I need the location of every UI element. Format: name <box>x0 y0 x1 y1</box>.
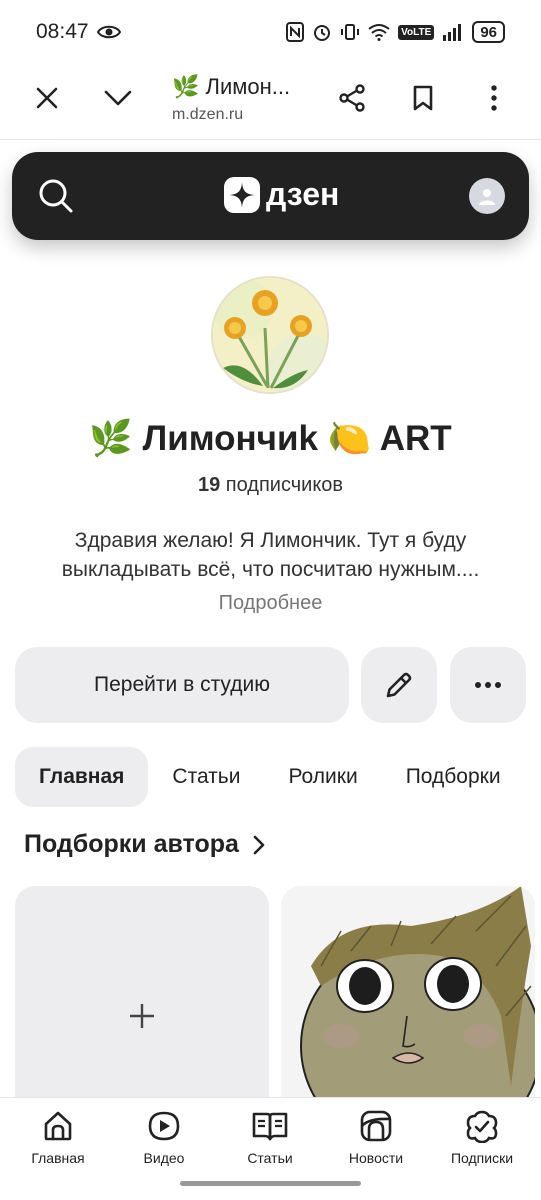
nav-label-subscriptions: Подписки <box>450 1150 514 1166</box>
nav-label-news: Новости <box>348 1150 404 1166</box>
chevron-right-icon <box>253 835 265 854</box>
dzen-logo[interactable]: дзен <box>224 176 339 213</box>
status-icons: VoLTE 96 <box>286 21 505 43</box>
user-icon <box>479 189 495 205</box>
status-time-group: 08:47 <box>36 20 121 44</box>
tab-videos[interactable]: Ролики <box>264 747 381 807</box>
status-bar: 08:47 VoLTE 96 <box>0 0 541 64</box>
chevron-down-icon <box>104 90 132 106</box>
nav-label-home: Главная <box>31 1150 85 1166</box>
wifi-icon <box>368 23 390 41</box>
vibrate-icon <box>340 22 360 42</box>
dzen-logo-icon <box>224 176 260 213</box>
bottom-navigation: Главная Видео Статьи Новости Подписки <box>0 1097 541 1200</box>
nav-label-video: Видео <box>143 1150 185 1166</box>
channel-description: Здравия желаю! Я Лимончик. Тут я буду вы… <box>61 529 480 581</box>
collapse-button[interactable] <box>98 78 138 118</box>
close-icon <box>36 87 58 109</box>
more-link[interactable]: Подробнее <box>0 592 541 615</box>
video-icon <box>148 1111 180 1141</box>
subscriptions-icon <box>466 1110 498 1143</box>
nav-item-news[interactable]: Новости <box>326 1106 426 1166</box>
plus-icon <box>130 1004 154 1028</box>
dzen-header: дзен <box>12 152 529 240</box>
subscribers-number: 19 <box>197 474 221 496</box>
channel-tabs: Главная Статьи Ролики Подборки <box>15 747 541 807</box>
share-icon <box>339 84 365 112</box>
author-collections-header[interactable]: Подборки автора <box>24 830 265 859</box>
signal-icon <box>442 23 464 41</box>
more-horizontal-icon <box>475 682 501 688</box>
browser-tab-title: 🌿 Лимон... <box>172 74 291 99</box>
dzen-logo-text: дзен <box>266 176 340 212</box>
tab-main[interactable]: Главная <box>15 747 149 807</box>
nav-item-home[interactable]: Главная <box>8 1106 108 1166</box>
subscribers-label: подписчиков <box>225 474 344 496</box>
profile-avatar-button[interactable] <box>469 178 505 214</box>
status-time: 08:47 <box>36 20 89 43</box>
channel-name: 🌿 Лимончиk 🍋 ART <box>89 419 452 458</box>
articles-icon <box>252 1112 288 1141</box>
browser-menu-button[interactable] <box>474 78 514 118</box>
tab-articles[interactable]: Статьи <box>148 747 264 807</box>
nav-label-articles: Статьи <box>247 1150 293 1166</box>
search-icon <box>39 179 73 213</box>
go-to-studio-button[interactable]: Перейти в студию <box>15 647 349 723</box>
channel-avatar[interactable] <box>211 276 329 394</box>
bookmark-icon <box>413 85 433 111</box>
edit-channel-button[interactable] <box>361 647 437 723</box>
browser-url[interactable]: m.dzen.ru <box>172 106 243 124</box>
nav-item-video[interactable]: Видео <box>114 1106 214 1166</box>
nav-item-subscriptions[interactable]: Подписки <box>432 1106 532 1166</box>
battery-indicator: 96 <box>472 21 505 43</box>
bookmark-button[interactable] <box>403 78 443 118</box>
volte-badge: VoLTE <box>398 24 435 40</box>
pencil-icon <box>386 672 412 698</box>
section-title: Подборки автора <box>24 830 239 858</box>
more-options-button[interactable] <box>450 647 526 723</box>
search-button[interactable] <box>38 178 74 214</box>
browser-toolbar: 🌿 Лимон... m.dzen.ru <box>0 64 541 140</box>
nav-item-articles[interactable]: Статьи <box>220 1106 320 1166</box>
share-button[interactable] <box>332 78 372 118</box>
tab-collections[interactable]: Подборки <box>382 747 525 807</box>
subscribers-count: 19 подписчиков <box>0 474 541 497</box>
close-tab-button[interactable] <box>27 78 67 118</box>
home-indicator[interactable] <box>180 1181 361 1186</box>
home-icon <box>44 1111 72 1141</box>
alarm-icon <box>312 22 332 42</box>
news-icon <box>360 1110 392 1142</box>
nfc-icon <box>286 22 305 42</box>
eye-icon <box>96 24 121 40</box>
more-vertical-icon <box>491 85 497 111</box>
